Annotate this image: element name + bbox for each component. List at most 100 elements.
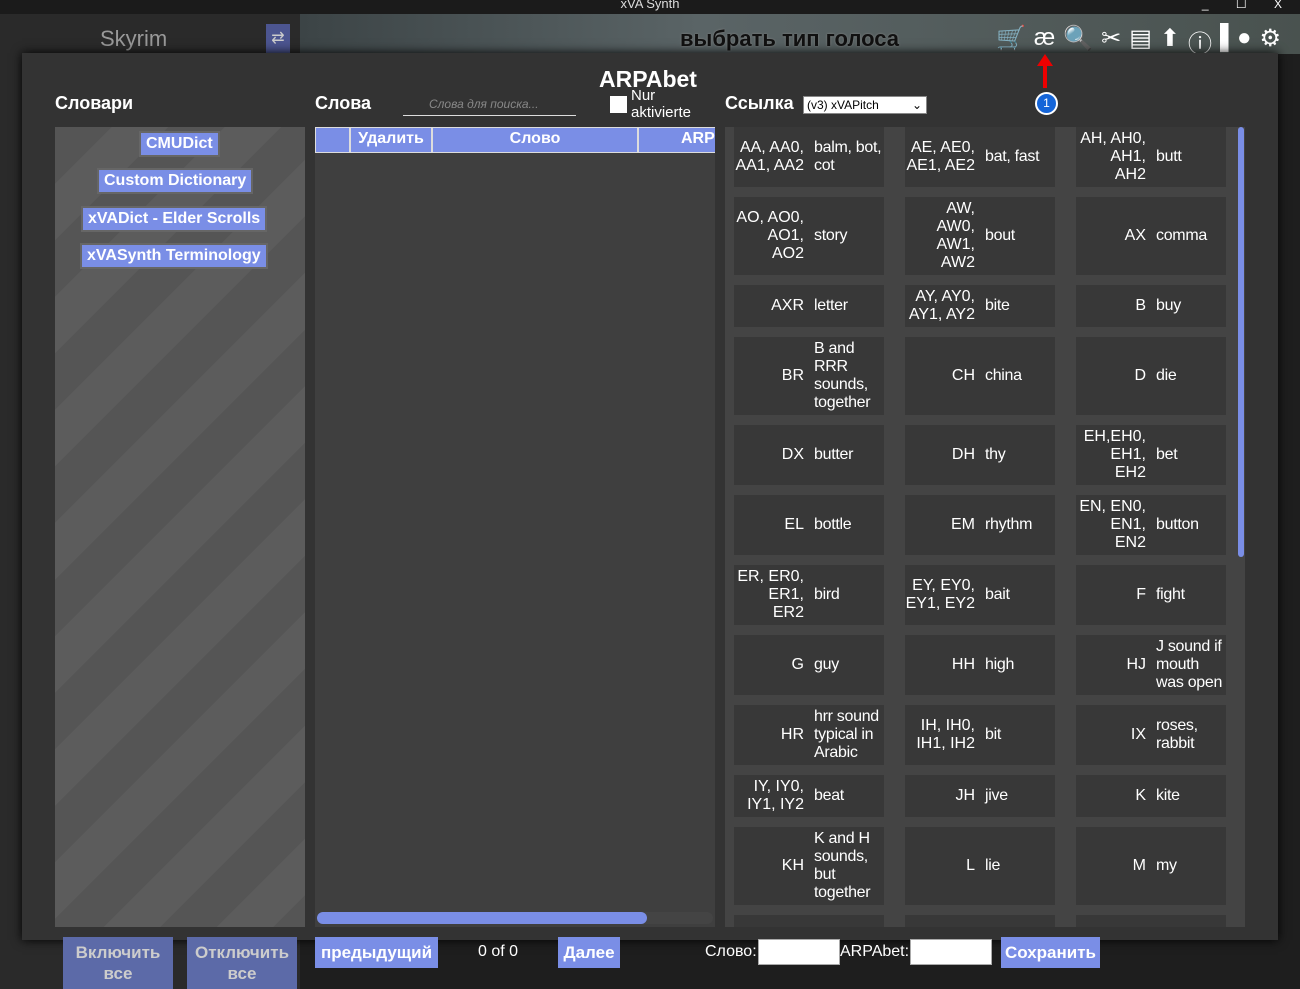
reference-cell: Mmy: [1076, 827, 1226, 905]
page-indicator: 0 of 0: [478, 943, 519, 960]
reference-cell: EM rhythm: [905, 495, 1055, 555]
phoneme-code: AW, AW0, AW1, AW2: [936, 200, 975, 271]
col-delete[interactable]: Удалить: [350, 127, 432, 153]
dict-cmudict[interactable]: CMUDict: [139, 131, 220, 157]
phoneme-code: K: [1135, 787, 1146, 804]
dict-xvasynth-terminology[interactable]: xVASynth Terminology: [80, 243, 268, 269]
phoneme-example: rhythm: [985, 516, 1033, 533]
chevron-down-icon: ⌄: [911, 98, 922, 112]
arpabet-input[interactable]: [910, 939, 992, 965]
reference-cell: Kkite: [1076, 775, 1226, 817]
phoneme-code: F: [1136, 586, 1146, 603]
reference-cell: Llie: [905, 827, 1055, 905]
swap-game-button[interactable]: ⇄: [266, 24, 290, 54]
phoneme-code: B: [1135, 297, 1146, 314]
phoneme-example: kite: [1156, 787, 1180, 804]
reference-cell: HJ J sound if mouth was open: [1076, 635, 1226, 695]
phoneme-code: AO, AO0, AO1, AO2: [736, 209, 804, 262]
reference-cell: [734, 915, 884, 927]
phoneme-example: bite: [985, 297, 1010, 314]
phoneme-example: J sound if mouth was open: [1156, 638, 1223, 691]
reference-cell: IX roses, rabbit: [1076, 705, 1226, 765]
reference-cell: Ddie: [1076, 337, 1226, 415]
reference-select[interactable]: (v3) xVAPitch ⌄: [803, 96, 927, 114]
phoneme-example: beat: [814, 787, 844, 804]
phoneme-example: roses, rabbit: [1156, 717, 1198, 752]
reference-cell: Bbuy: [1076, 285, 1226, 327]
dictionaries-heading: Словари: [55, 93, 134, 113]
reference-cell: AXR letter: [734, 285, 884, 327]
reference-panel: AA, AA0, AA1, AA2 balm, bot, cot AE, AE0, …: [725, 127, 1245, 927]
phoneme-example: high: [985, 656, 1015, 673]
reference-cell: EH,EH0, EH1, EH2 bet: [1076, 425, 1226, 485]
phoneme-code: HJ: [1126, 656, 1146, 673]
phoneme-example: butt: [1156, 148, 1182, 165]
only-active-checkbox[interactable]: [610, 96, 627, 113]
phoneme-example: hrr sound typical in Arabic: [814, 708, 879, 761]
reference-cell: IY, IY0, IY1, IY2 beat: [734, 775, 884, 817]
dict-xvadict-elder-scrolls[interactable]: xVADict - Elder Scrolls: [81, 206, 268, 232]
arpabet-label: ARPAbet:: [840, 943, 910, 960]
reference-cell: AO, AO0, AO1, AO2 story: [734, 197, 884, 275]
reference-cell: EN, EN0, EN1, EN2 button: [1076, 495, 1226, 555]
phoneme-example: balm, bot, cot: [814, 139, 882, 174]
phoneme-example: buy: [1156, 297, 1181, 314]
phoneme-example: bout: [985, 227, 1015, 244]
reference-cell: [1076, 915, 1226, 927]
phoneme-example: letter: [814, 297, 848, 314]
phoneme-code: CH: [951, 367, 975, 384]
reference-select-value: (v3) xVAPitch: [807, 98, 879, 112]
phoneme-code: HH: [951, 656, 975, 673]
words-heading: Слова: [315, 93, 372, 113]
word-label: Слово:: [705, 943, 757, 960]
reference-cell: AW, AW0, AW1, AW2 bout: [905, 197, 1055, 275]
reference-cell: EY, EY0, EY1, EY2 bait: [905, 565, 1055, 625]
window-controls[interactable]: _ ☐ X: [1202, 0, 1294, 10]
save-button[interactable]: Сохранить: [1001, 937, 1100, 968]
phoneme-example: bird: [814, 586, 840, 603]
col-arpabet[interactable]: ARP: [638, 127, 715, 153]
word-input[interactable]: [758, 939, 840, 965]
col-select: [315, 127, 350, 153]
window-titlebar: xVA Synth _ ☐ X: [0, 0, 1300, 14]
next-button[interactable]: Далее: [558, 937, 620, 968]
phoneme-example: lie: [985, 857, 1001, 874]
phoneme-example: china: [985, 367, 1022, 384]
phoneme-code: L: [966, 857, 975, 874]
reference-cell: AY, AY0, AY1, AY2 bite: [905, 285, 1055, 327]
phoneme-code: G: [791, 656, 804, 673]
disable-all-button[interactable]: Отключить все: [187, 937, 297, 989]
phoneme-example: thy: [985, 446, 1006, 463]
reference-cell: KH K and H sounds, but together: [734, 827, 884, 905]
scrollbar-thumb[interactable]: [317, 912, 647, 924]
phoneme-code: M: [1132, 857, 1146, 874]
reference-cell: DX butter: [734, 425, 884, 485]
dict-custom[interactable]: Custom Dictionary: [97, 168, 254, 194]
phoneme-code: JH: [955, 787, 975, 804]
phoneme-example: story: [814, 227, 848, 244]
horizontal-scrollbar[interactable]: [317, 912, 713, 924]
phoneme-code: IX: [1130, 726, 1146, 743]
col-word[interactable]: Слово: [432, 127, 638, 153]
phoneme-code: AA, AA0, AA1, AA2: [735, 139, 805, 174]
phoneme-example: K and H sounds, but together: [814, 830, 871, 901]
reference-cell: HH high: [905, 635, 1055, 695]
phoneme-example: die: [1156, 367, 1177, 384]
enable-all-button[interactable]: Включить все: [63, 937, 173, 989]
reference-cell: [905, 915, 1055, 927]
only-active-label: Nur aktivierte: [631, 87, 692, 121]
phoneme-code: D: [1134, 367, 1146, 384]
phoneme-example: fight: [1156, 586, 1185, 603]
dictionaries-panel: CMUDict Custom Dictionary xVADict - Elde…: [55, 127, 305, 927]
voice-type-title: выбрать тип голоса: [680, 26, 900, 51]
reference-cell: Ffight: [1076, 565, 1226, 625]
phoneme-example: button: [1156, 516, 1199, 533]
word-search-input[interactable]: [403, 92, 576, 116]
reference-cell: AX comma: [1076, 197, 1226, 275]
phoneme-code: AY, AY0, AY1, AY2: [908, 288, 975, 323]
prev-button[interactable]: предыдущий: [315, 937, 438, 968]
vertical-scrollbar[interactable]: [1238, 127, 1244, 557]
annotation-arrow: [1037, 54, 1053, 88]
phoneme-example: bottle: [814, 516, 852, 533]
phoneme-example: bait: [985, 586, 1010, 603]
